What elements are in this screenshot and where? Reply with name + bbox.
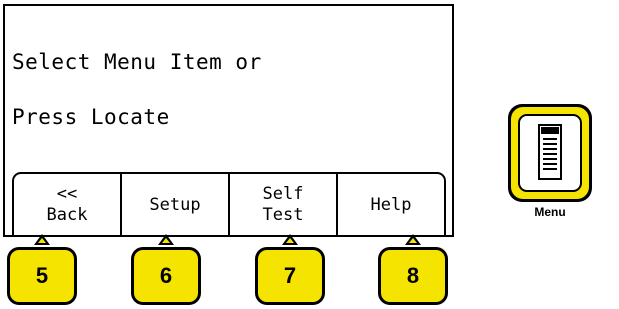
menu-list-icon: [538, 124, 562, 180]
softkey-self-test[interactable]: Self Test: [230, 174, 338, 236]
hardkey-5[interactable]: 5: [7, 247, 77, 305]
pointer-triangle-icon: [282, 234, 298, 245]
softkey-back[interactable]: << Back: [14, 174, 122, 236]
softkey-self-test-line1: Self: [262, 184, 304, 204]
lcd-display: Select Menu Item or Press Locate << Back…: [3, 4, 454, 237]
display-line-1: Select Menu Item or: [12, 50, 262, 74]
softkey-help-label: Help: [370, 194, 412, 215]
menu-button-face: [518, 114, 582, 192]
menu-button[interactable]: [508, 104, 592, 202]
softkey-setup-label: Setup: [149, 194, 201, 215]
softkey-row: << Back Setup Self Test Help: [12, 172, 446, 236]
pointer-triangle-icon: [158, 234, 174, 245]
softkey-setup[interactable]: Setup: [122, 174, 230, 236]
hardkey-7[interactable]: 7: [255, 247, 325, 305]
hardkey-8[interactable]: 8: [378, 247, 448, 305]
softkey-back-arrows: <<: [56, 184, 78, 204]
softkey-back-label: Back: [46, 205, 88, 225]
pointer-triangle-icon: [405, 234, 421, 245]
softkey-help[interactable]: Help: [338, 174, 444, 236]
pointer-triangle-icon: [34, 234, 50, 245]
display-line-2: Press Locate: [12, 105, 170, 129]
softkey-self-test-line2: Test: [262, 205, 304, 225]
menu-button-label: Menu: [534, 205, 566, 219]
hardkey-6[interactable]: 6: [131, 247, 201, 305]
